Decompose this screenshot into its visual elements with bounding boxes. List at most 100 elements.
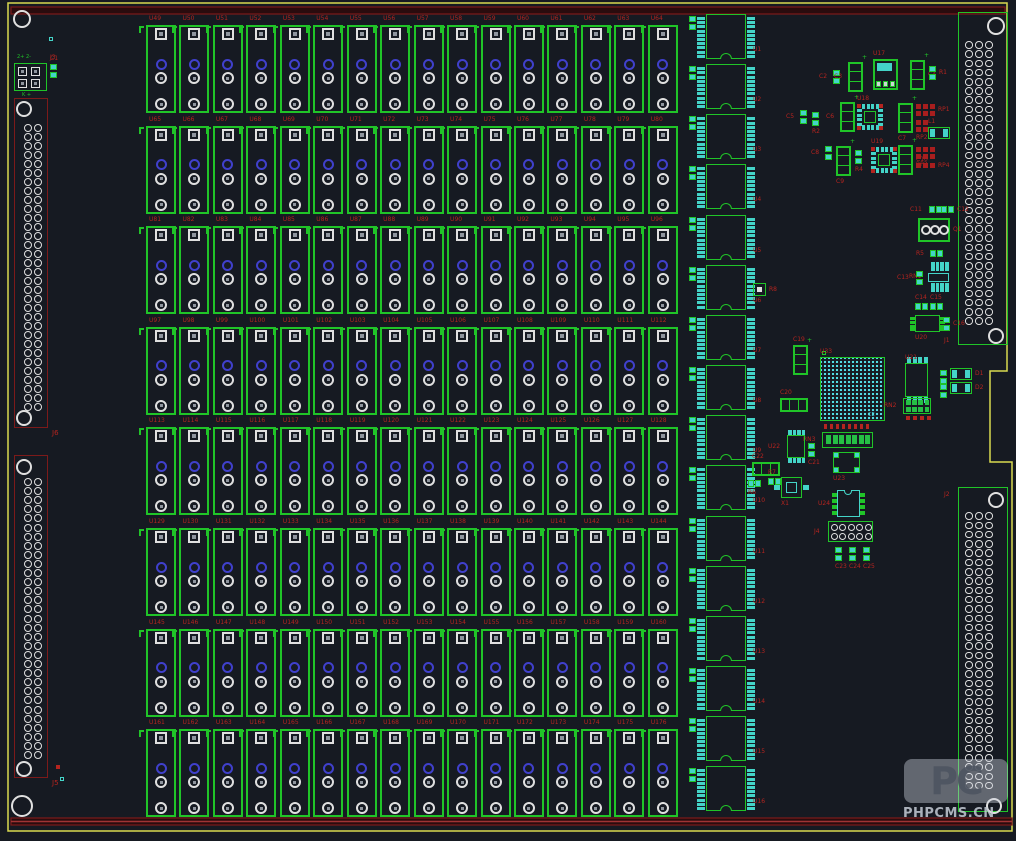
pad-hole — [34, 295, 42, 303]
capacitor-pad[interactable] — [689, 24, 696, 30]
pad-center — [193, 680, 196, 683]
capacitor-pad[interactable] — [689, 718, 696, 724]
capacitor-pad[interactable] — [689, 74, 696, 80]
capacitor-pad[interactable] — [689, 317, 696, 323]
pin1-marker-icon — [239, 127, 244, 134]
capacitor-pad[interactable] — [689, 16, 696, 22]
soic8-footprint[interactable] — [915, 315, 940, 332]
pad-center — [427, 378, 430, 381]
capacitor-pad[interactable] — [689, 526, 696, 532]
capacitor-pad[interactable] — [689, 668, 696, 674]
capacitor-pad[interactable] — [689, 467, 696, 473]
ref-designator-label: C15 — [930, 295, 942, 301]
capacitor-footprint[interactable] — [793, 345, 808, 375]
capacitor-pad[interactable] — [689, 417, 696, 423]
pin1-marker-icon — [273, 630, 278, 637]
pad-hole — [985, 225, 993, 233]
pad-hole — [34, 403, 42, 411]
capacitor-pad[interactable] — [689, 776, 696, 782]
capacitor-pad[interactable] — [689, 174, 696, 180]
capacitor-pad[interactable] — [689, 568, 696, 574]
pad — [747, 84, 755, 87]
pin1-marker-icon — [306, 428, 311, 435]
capacitor-pad[interactable] — [689, 375, 696, 381]
pad-hole — [985, 244, 993, 252]
pad — [747, 42, 755, 45]
capacitor-footprint[interactable] — [910, 60, 925, 90]
ref-designator-label: U147 — [216, 620, 232, 626]
bga-footprint[interactable] — [820, 357, 885, 421]
pad-center — [226, 77, 229, 80]
capacitor-pad[interactable] — [689, 768, 696, 774]
ic-footprint[interactable] — [706, 215, 746, 260]
capacitor-footprint[interactable] — [898, 103, 913, 133]
pad-center — [160, 479, 163, 482]
pin1-marker-icon — [574, 127, 579, 134]
capacitor-pad[interactable] — [689, 275, 696, 281]
pad — [832, 499, 837, 503]
pad-center — [259, 133, 263, 137]
pad — [747, 686, 755, 689]
pad-hole — [965, 262, 973, 270]
pad-center — [527, 580, 530, 583]
pad-hole — [985, 577, 993, 585]
capacitor-footprint[interactable] — [836, 146, 851, 176]
capacitor-pad[interactable] — [689, 618, 696, 624]
pad-center — [460, 133, 464, 137]
pad-hole — [975, 717, 983, 725]
pcb-canvas[interactable]: PC PHPCMS.CN U49U50U51U52U53U54U55U56U57… — [0, 0, 1016, 841]
pad — [832, 493, 837, 497]
capacitor-pad[interactable] — [689, 267, 696, 273]
capacitor-pad[interactable] — [689, 425, 696, 431]
capacitor-pad[interactable] — [689, 116, 696, 122]
capacitor-pad[interactable] — [689, 576, 696, 582]
capacitor-footprint[interactable] — [848, 62, 863, 92]
capacitor-footprint[interactable] — [780, 398, 808, 412]
pad-center — [661, 479, 664, 482]
capacitor-footprint[interactable] — [840, 102, 855, 132]
capacitor-pad[interactable] — [689, 325, 696, 331]
capacitor-pad[interactable] — [689, 676, 696, 682]
pad-center — [494, 807, 497, 810]
pad-hole — [34, 124, 42, 132]
capacitor-pad[interactable] — [689, 166, 696, 172]
pad — [931, 283, 935, 292]
capacitor-pad[interactable] — [689, 726, 696, 732]
ref-designator-label: U152 — [383, 620, 399, 626]
pin1-marker-icon — [641, 227, 646, 234]
pad-hole — [34, 313, 42, 321]
pad-hole — [985, 133, 993, 141]
capacitor-pad[interactable] — [689, 66, 696, 72]
ic-footprint[interactable] — [706, 566, 746, 611]
pad-hole — [557, 763, 568, 774]
capacitor-pad[interactable] — [689, 626, 696, 632]
capacitor-footprint[interactable] — [898, 145, 913, 175]
pad-center — [193, 505, 196, 508]
ref-designator-label: U171 — [484, 720, 500, 726]
pad-center — [260, 505, 263, 508]
pad-center — [326, 535, 330, 539]
capacitor-pad[interactable] — [689, 518, 696, 524]
pad — [747, 218, 755, 221]
silk-line — [850, 81, 861, 82]
pad-center — [260, 378, 263, 381]
pad-center — [561, 479, 564, 482]
capacitor-pad[interactable] — [689, 217, 696, 223]
pad-hole — [256, 562, 267, 573]
capacitor-pad[interactable] — [689, 225, 696, 231]
pad-center — [394, 203, 397, 206]
pad — [747, 318, 755, 321]
pin1-marker-icon — [474, 730, 479, 737]
capacitor-pad[interactable] — [689, 124, 696, 130]
pad-center — [527, 680, 530, 683]
pin1-marker-icon — [306, 730, 311, 737]
capacitor-pad[interactable] — [689, 475, 696, 481]
pad-center — [494, 177, 497, 180]
capacitor-pad[interactable] — [689, 367, 696, 373]
soic8-footprint[interactable] — [905, 363, 928, 397]
soic8-footprint[interactable] — [787, 435, 805, 458]
pad-center — [594, 334, 598, 338]
ic-footprint[interactable] — [706, 516, 746, 561]
pad — [697, 435, 705, 438]
ref-designator-label: U158 — [584, 620, 600, 626]
